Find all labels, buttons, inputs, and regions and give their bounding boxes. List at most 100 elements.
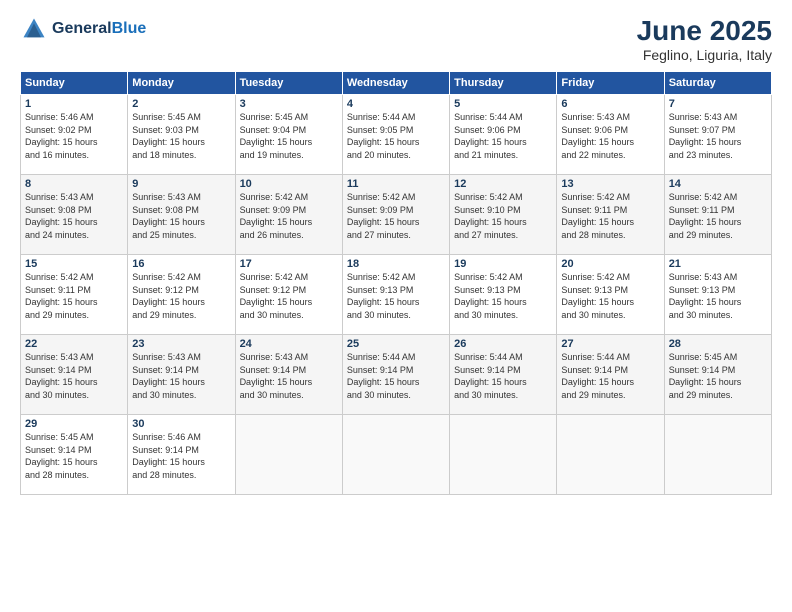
header: GeneralBlue June 2025 Feglino, Liguria, … (20, 15, 772, 63)
day-info: Sunrise: 5:45 AMSunset: 9:03 PMDaylight:… (132, 111, 230, 161)
day-info: Sunrise: 5:43 AMSunset: 9:08 PMDaylight:… (25, 191, 123, 241)
day-number: 18 (347, 258, 445, 270)
calendar-header: Sunday Monday Tuesday Wednesday Thursday… (21, 72, 772, 95)
day-info: Sunrise: 5:42 AMSunset: 9:12 PMDaylight:… (240, 271, 338, 321)
calendar-cell: 29Sunrise: 5:45 AMSunset: 9:14 PMDayligh… (21, 415, 128, 495)
day-number: 22 (25, 338, 123, 350)
day-info: Sunrise: 5:44 AMSunset: 9:14 PMDaylight:… (347, 351, 445, 401)
day-number: 4 (347, 98, 445, 110)
day-number: 16 (132, 258, 230, 270)
calendar-week-1: 1Sunrise: 5:46 AMSunset: 9:02 PMDaylight… (21, 95, 772, 175)
day-info: Sunrise: 5:45 AMSunset: 9:04 PMDaylight:… (240, 111, 338, 161)
calendar-cell: 27Sunrise: 5:44 AMSunset: 9:14 PMDayligh… (557, 335, 664, 415)
logo-blue: Blue (112, 20, 147, 37)
calendar-cell (557, 415, 664, 495)
calendar-week-4: 22Sunrise: 5:43 AMSunset: 9:14 PMDayligh… (21, 335, 772, 415)
day-number: 5 (454, 98, 552, 110)
calendar-cell: 4Sunrise: 5:44 AMSunset: 9:05 PMDaylight… (342, 95, 449, 175)
day-number: 9 (132, 178, 230, 190)
calendar-cell: 2Sunrise: 5:45 AMSunset: 9:03 PMDaylight… (128, 95, 235, 175)
col-monday: Monday (128, 72, 235, 95)
day-number: 25 (347, 338, 445, 350)
calendar-cell: 28Sunrise: 5:45 AMSunset: 9:14 PMDayligh… (664, 335, 771, 415)
col-thursday: Thursday (450, 72, 557, 95)
calendar-body: 1Sunrise: 5:46 AMSunset: 9:02 PMDaylight… (21, 95, 772, 495)
calendar-cell (342, 415, 449, 495)
calendar-cell: 9Sunrise: 5:43 AMSunset: 9:08 PMDaylight… (128, 175, 235, 255)
day-number: 6 (561, 98, 659, 110)
title-area: June 2025 Feglino, Liguria, Italy (637, 15, 772, 63)
day-info: Sunrise: 5:42 AMSunset: 9:09 PMDaylight:… (347, 191, 445, 241)
calendar-cell: 13Sunrise: 5:42 AMSunset: 9:11 PMDayligh… (557, 175, 664, 255)
calendar-table: Sunday Monday Tuesday Wednesday Thursday… (20, 71, 772, 495)
col-saturday: Saturday (664, 72, 771, 95)
day-info: Sunrise: 5:43 AMSunset: 9:06 PMDaylight:… (561, 111, 659, 161)
day-info: Sunrise: 5:42 AMSunset: 9:10 PMDaylight:… (454, 191, 552, 241)
day-number: 20 (561, 258, 659, 270)
day-info: Sunrise: 5:44 AMSunset: 9:14 PMDaylight:… (454, 351, 552, 401)
day-number: 7 (669, 98, 767, 110)
logo-general: General (52, 20, 112, 37)
day-info: Sunrise: 5:42 AMSunset: 9:11 PMDaylight:… (25, 271, 123, 321)
calendar-week-3: 15Sunrise: 5:42 AMSunset: 9:11 PMDayligh… (21, 255, 772, 335)
day-info: Sunrise: 5:46 AMSunset: 9:14 PMDaylight:… (132, 431, 230, 481)
day-info: Sunrise: 5:43 AMSunset: 9:08 PMDaylight:… (132, 191, 230, 241)
calendar-cell: 1Sunrise: 5:46 AMSunset: 9:02 PMDaylight… (21, 95, 128, 175)
day-info: Sunrise: 5:43 AMSunset: 9:13 PMDaylight:… (669, 271, 767, 321)
calendar-cell: 12Sunrise: 5:42 AMSunset: 9:10 PMDayligh… (450, 175, 557, 255)
calendar-cell: 21Sunrise: 5:43 AMSunset: 9:13 PMDayligh… (664, 255, 771, 335)
day-info: Sunrise: 5:42 AMSunset: 9:13 PMDaylight:… (347, 271, 445, 321)
calendar-cell: 30Sunrise: 5:46 AMSunset: 9:14 PMDayligh… (128, 415, 235, 495)
header-row: Sunday Monday Tuesday Wednesday Thursday… (21, 72, 772, 95)
calendar-week-2: 8Sunrise: 5:43 AMSunset: 9:08 PMDaylight… (21, 175, 772, 255)
calendar-cell: 18Sunrise: 5:42 AMSunset: 9:13 PMDayligh… (342, 255, 449, 335)
day-number: 19 (454, 258, 552, 270)
calendar-cell: 3Sunrise: 5:45 AMSunset: 9:04 PMDaylight… (235, 95, 342, 175)
month-title: June 2025 (637, 15, 772, 47)
calendar-cell: 19Sunrise: 5:42 AMSunset: 9:13 PMDayligh… (450, 255, 557, 335)
day-info: Sunrise: 5:44 AMSunset: 9:14 PMDaylight:… (561, 351, 659, 401)
calendar-cell: 26Sunrise: 5:44 AMSunset: 9:14 PMDayligh… (450, 335, 557, 415)
col-tuesday: Tuesday (235, 72, 342, 95)
day-info: Sunrise: 5:45 AMSunset: 9:14 PMDaylight:… (25, 431, 123, 481)
calendar-cell: 7Sunrise: 5:43 AMSunset: 9:07 PMDaylight… (664, 95, 771, 175)
day-info: Sunrise: 5:46 AMSunset: 9:02 PMDaylight:… (25, 111, 123, 161)
day-number: 8 (25, 178, 123, 190)
day-info: Sunrise: 5:43 AMSunset: 9:14 PMDaylight:… (132, 351, 230, 401)
day-number: 13 (561, 178, 659, 190)
day-number: 26 (454, 338, 552, 350)
day-info: Sunrise: 5:42 AMSunset: 9:13 PMDaylight:… (561, 271, 659, 321)
logo-icon (20, 15, 48, 43)
calendar-cell: 17Sunrise: 5:42 AMSunset: 9:12 PMDayligh… (235, 255, 342, 335)
day-number: 29 (25, 418, 123, 430)
day-number: 1 (25, 98, 123, 110)
day-info: Sunrise: 5:42 AMSunset: 9:11 PMDaylight:… (669, 191, 767, 241)
calendar-cell: 23Sunrise: 5:43 AMSunset: 9:14 PMDayligh… (128, 335, 235, 415)
day-number: 27 (561, 338, 659, 350)
location: Feglino, Liguria, Italy (637, 47, 772, 63)
day-number: 15 (25, 258, 123, 270)
calendar-cell: 22Sunrise: 5:43 AMSunset: 9:14 PMDayligh… (21, 335, 128, 415)
page: GeneralBlue June 2025 Feglino, Liguria, … (0, 0, 792, 612)
day-info: Sunrise: 5:44 AMSunset: 9:06 PMDaylight:… (454, 111, 552, 161)
day-info: Sunrise: 5:42 AMSunset: 9:13 PMDaylight:… (454, 271, 552, 321)
day-info: Sunrise: 5:43 AMSunset: 9:07 PMDaylight:… (669, 111, 767, 161)
day-info: Sunrise: 5:42 AMSunset: 9:09 PMDaylight:… (240, 191, 338, 241)
calendar-cell: 25Sunrise: 5:44 AMSunset: 9:14 PMDayligh… (342, 335, 449, 415)
calendar-cell: 14Sunrise: 5:42 AMSunset: 9:11 PMDayligh… (664, 175, 771, 255)
calendar-cell: 6Sunrise: 5:43 AMSunset: 9:06 PMDaylight… (557, 95, 664, 175)
calendar-cell: 10Sunrise: 5:42 AMSunset: 9:09 PMDayligh… (235, 175, 342, 255)
calendar-cell: 5Sunrise: 5:44 AMSunset: 9:06 PMDaylight… (450, 95, 557, 175)
day-number: 11 (347, 178, 445, 190)
day-number: 2 (132, 98, 230, 110)
col-sunday: Sunday (21, 72, 128, 95)
day-number: 24 (240, 338, 338, 350)
day-info: Sunrise: 5:42 AMSunset: 9:11 PMDaylight:… (561, 191, 659, 241)
day-number: 3 (240, 98, 338, 110)
calendar-cell: 8Sunrise: 5:43 AMSunset: 9:08 PMDaylight… (21, 175, 128, 255)
calendar-cell (235, 415, 342, 495)
day-info: Sunrise: 5:42 AMSunset: 9:12 PMDaylight:… (132, 271, 230, 321)
day-number: 23 (132, 338, 230, 350)
day-info: Sunrise: 5:43 AMSunset: 9:14 PMDaylight:… (25, 351, 123, 401)
calendar-cell: 11Sunrise: 5:42 AMSunset: 9:09 PMDayligh… (342, 175, 449, 255)
